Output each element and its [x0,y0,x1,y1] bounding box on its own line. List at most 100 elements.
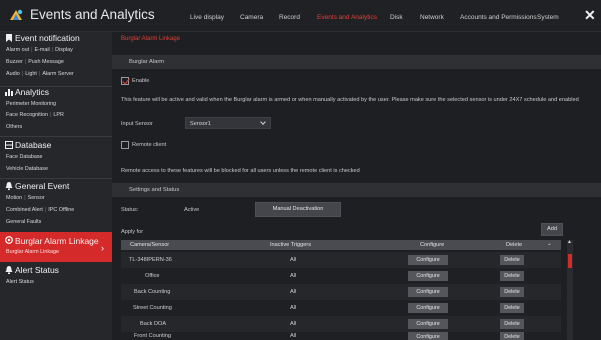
sidebar-item-ipc-offline[interactable]: IPC Offline [48,207,74,213]
sidebar-item-others[interactable]: Others [6,124,22,130]
camera-sensor-cell: Back DOA [140,321,167,327]
sidebar-category-title[interactable]: Event notification [15,33,80,43]
table-row: Office All Configure Delete [121,268,561,284]
sidebar-item-face-recognition[interactable]: Face Recognition [6,112,48,118]
sidebar-category-general-event: General Event Motion | Sensor Combined Ale… [0,181,112,233]
manual-deactivation-button[interactable]: Manual Deactivation [255,202,341,217]
analytics-icon [5,89,13,96]
tab-disk[interactable]: Disk [390,14,403,21]
sidebar-category-title[interactable]: Alert Status [15,265,59,275]
camera-logo-icon [10,9,23,20]
tab-camera[interactable]: Camera [240,14,263,21]
close-icon[interactable]: ✕ [584,8,596,22]
configure-button[interactable]: Configure [408,332,448,340]
configure-button[interactable]: Configure [408,287,448,297]
sidebar-category-burglar-alarm-linkage[interactable]: Burglar Alarm Linkage Burglar Alarm Link… [0,232,112,262]
sidebar-item-burglar-alarm-linkage[interactable]: Burglar Alarm Linkage [6,249,59,255]
feature-description: This feature will be active and valid wh… [121,97,579,103]
triggers-cell: All [290,273,297,279]
sidebar-item-display[interactable]: Display [55,47,73,53]
status-value: Active [184,207,200,213]
table-row: Back DOA All Configure Delete [121,316,561,332]
delete-button[interactable]: Delete [500,255,524,265]
triggers-cell: All [290,305,297,311]
column-header-configure: Configure [420,242,445,248]
divider [0,136,112,137]
sidebar-item-motion[interactable]: Motion [6,195,22,201]
tab-live-display[interactable]: Live display [190,14,224,21]
tab-events-and-analytics[interactable]: Events and Analytics [317,14,377,21]
delete-button[interactable]: Delete [500,332,524,340]
delete-button[interactable]: Delete [500,287,524,297]
sidebar-item-alarm-server[interactable]: Alarm Server [42,71,73,77]
sidebar-item-buzzer[interactable]: Buzzer [6,59,23,65]
enable-checkbox[interactable] [121,77,129,85]
sidebar-item-sensor[interactable]: Sensor [28,195,45,201]
tab-network[interactable]: Network [420,14,444,21]
divider [0,178,112,179]
delete-button[interactable]: Delete [500,303,524,313]
add-button[interactable]: Add [541,223,563,236]
table-row: Front Counting All Configure Delete [121,332,561,340]
configure-button[interactable]: Configure [408,303,448,313]
sidebar-item-face-database[interactable]: Face Database [6,154,43,160]
bookmark-icon [6,34,12,42]
sidebar-item-push-message[interactable]: Push Message [28,59,64,65]
database-icon [5,141,13,149]
triggers-cell: All [290,257,297,263]
chevron-down-icon[interactable]: ⌄ [547,241,552,247]
apply-for-label: Apply for [121,229,144,235]
sidebar-item-vehicle-database[interactable]: Vehicle Database [6,166,48,172]
sidebar-item-audio[interactable]: Audio [6,71,20,77]
sidebar-sub-row: Alarm out | E-mail | Display [6,47,73,53]
status-label: Status: [121,207,139,213]
sidebar-item-alert-status[interactable]: Alert Status [6,279,34,285]
scrollbar-thumb[interactable] [568,254,572,268]
sidebar-category-title[interactable]: Database [15,140,51,150]
sidebar-item-perimeter-monitoring[interactable]: Perimeter Monitoring [6,101,56,107]
triggers-cell: All [290,333,297,339]
sidebar-category-alert-status: Alert Status Alert Status [0,264,112,294]
input-sensor-value: Sensor1 [190,121,211,127]
scroll-up-icon[interactable]: ▲ [567,239,572,245]
tab-system[interactable]: System [537,14,559,21]
delete-button[interactable]: Delete [500,271,524,281]
remote-client-label: Remote client [132,142,167,148]
sidebar-item-lpr[interactable]: LPR [53,112,64,118]
tab-accounts-and-permissions[interactable]: Accounts and Permissions [460,14,537,21]
app-title: Events and Analytics [30,7,155,22]
sidebar-item-email[interactable]: E-mail [34,47,49,53]
section-title: Settings and Status [129,187,180,193]
sidebar-item-general-faults[interactable]: General Faults [6,219,41,225]
sidebar-category-title[interactable]: General Event [15,181,69,191]
sidebar: Event notification Alarm out | E-mail | Disp… [0,32,112,340]
remote-client-checkbox[interactable] [121,141,129,149]
camera-sensor-cell: Office [145,273,160,279]
tab-record[interactable]: Record [279,14,300,21]
sidebar-category-title[interactable]: Analytics [15,87,49,97]
sidebar-item-light[interactable]: Light [25,71,37,77]
delete-button[interactable]: Delete [500,319,524,329]
sidebar-item-alarm-out[interactable]: Alarm out [6,47,29,53]
bell-icon [5,182,13,190]
sidebar-category-event-notification: Event notification Alarm out | E-mail | Disp… [0,32,112,86]
table-header: Camera/Sensor Inactive Triggers Configur… [121,240,561,250]
input-sensor-label: Input Sensor [121,121,153,127]
sidebar-item-combined-alert[interactable]: Combined Alert [6,207,43,213]
input-sensor-select[interactable]: Sensor1 [185,117,271,129]
table-scrollbar[interactable]: ▲ [567,239,573,340]
column-header-delete: Delete [506,242,523,248]
triggers-cell: All [290,321,297,327]
sidebar-sub-row: Buzzer | Push Message [6,59,64,65]
sidebar-sub-row: Motion | Sensor [6,195,45,201]
chevron-right-icon: › [101,243,104,253]
configure-button[interactable]: Configure [408,319,448,329]
camera-sensor-cell: TL-348IPERN-36 [129,257,172,263]
configure-button[interactable]: Configure [408,271,448,281]
remote-access-note: Remote access to these features will be … [121,168,360,174]
section-title: Burglar Alarm [129,59,165,65]
sidebar-category-title[interactable]: Burglar Alarm Linkage [15,236,99,246]
configure-button[interactable]: Configure [408,255,448,265]
top-bar: Events and Analytics Live display Camera… [0,0,601,32]
table-row: Back Counting All Configure Delete [121,284,561,300]
